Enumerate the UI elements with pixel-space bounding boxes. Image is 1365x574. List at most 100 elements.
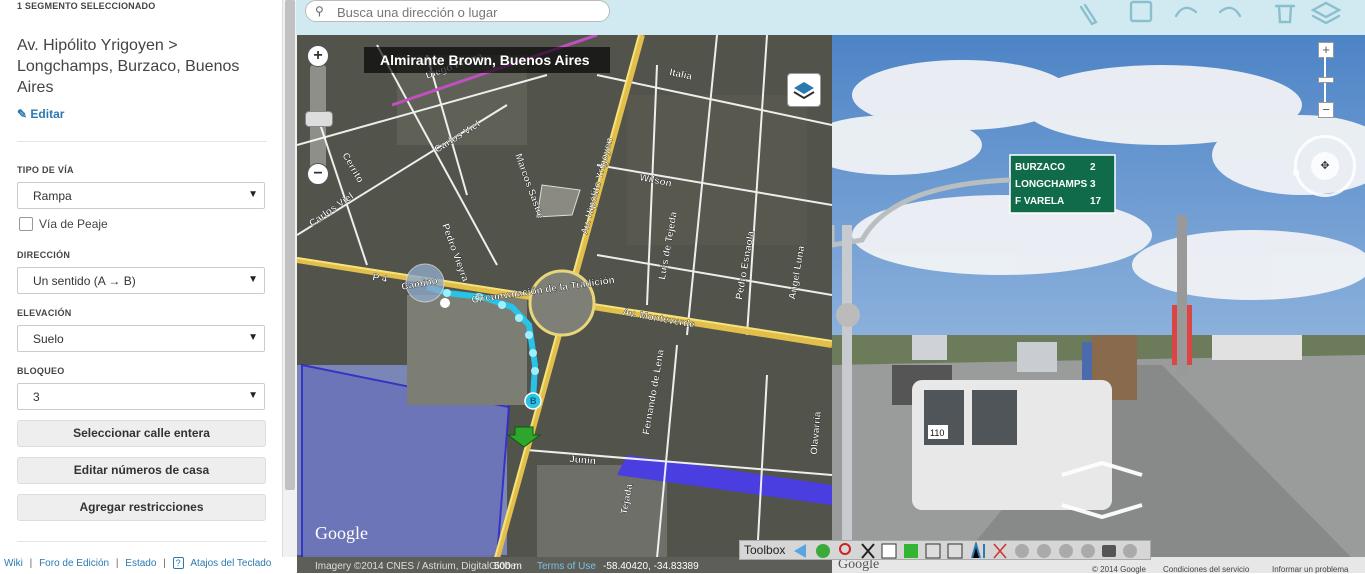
- zoom-in-button[interactable]: +: [307, 45, 329, 67]
- segment-street-name: Av. Hipólito Yrigoyen > Longchamps, Burz…: [17, 37, 240, 96]
- footer-separator: |: [29, 558, 33, 569]
- road-type-select[interactable]: Rampa ▼: [17, 182, 265, 209]
- layers-button[interactable]: [787, 73, 821, 107]
- toolbox-icons[interactable]: [792, 542, 1148, 559]
- block-label: BLOQUEO: [17, 366, 65, 376]
- top-toolbar: ⚲ Busca una dirección o lugar: [296, 0, 1365, 35]
- redo-icon: [1218, 6, 1242, 18]
- toll-label: Vía de Peaje: [39, 217, 108, 231]
- save-icon: [1129, 0, 1153, 23]
- satellite-map[interactable]: Carlos Viel Carlos Viel Av. Hipólito Yri…: [297, 35, 832, 558]
- help-icon: [1123, 544, 1137, 558]
- dropdown-arrow-icon: ▼: [248, 189, 258, 200]
- search-placeholder: Busca una dirección o lugar: [337, 5, 498, 20]
- sign-distance: 3: [1090, 179, 1096, 190]
- elevation-select[interactable]: Suelo ▼: [17, 325, 265, 352]
- sv-zoom-slider[interactable]: [1318, 77, 1334, 83]
- trash-icon: [1274, 4, 1296, 24]
- keyboard-shortcut-key-icon: ?: [172, 557, 184, 569]
- sign-place: F VARELA: [1015, 196, 1064, 207]
- edit-panel: 1 SEGMENTO SELECCIONADO Av. Hipólito Yri…: [0, 0, 282, 557]
- collapse-icon: [794, 544, 806, 558]
- keyboard-shortcuts-link[interactable]: Atajos del Teclado: [190, 558, 271, 569]
- toll-checkbox[interactable]: [19, 217, 33, 231]
- google-logo: Google: [315, 523, 368, 543]
- layers-icon: [793, 82, 815, 100]
- van-number: 110: [930, 428, 944, 438]
- elevation-value: Suelo: [33, 332, 64, 346]
- street-view-panel[interactable]: BURZACO 2 LONGCHAMPS 3 F VARELA 17 110 +…: [832, 35, 1365, 558]
- map-scale: 500 m: [494, 561, 522, 572]
- cursor-coordinates: -58.40420, -34.83389: [603, 561, 699, 572]
- elevation-label: ELEVACIÓN: [17, 308, 72, 318]
- wiki-link[interactable]: Wiki: [4, 558, 23, 569]
- road-type-label: TIPO DE VÍA: [17, 165, 74, 175]
- street-label: Junín: [569, 454, 597, 467]
- tools-icon: [861, 543, 875, 559]
- edit-house-numbers-button[interactable]: Editar números de casa: [17, 457, 266, 484]
- select-tool-icon: [881, 543, 897, 559]
- roundabout-icon: [1059, 544, 1073, 558]
- direction-label: DIRECCIÓN: [17, 250, 71, 260]
- status-link[interactable]: Estado: [125, 558, 156, 569]
- undo-icon: [1174, 6, 1198, 18]
- block-select[interactable]: 3 ▼: [17, 383, 265, 410]
- footer-separator: |: [163, 558, 166, 569]
- add-restrictions-button[interactable]: Agregar restricciones: [17, 494, 266, 521]
- edit-link-label: Editar: [30, 107, 65, 121]
- direction-value: Un sentido (A → B): [33, 274, 136, 288]
- split-icon: [971, 542, 985, 559]
- search-icon: ⚲: [315, 4, 324, 18]
- terms-link[interactable]: Terms of Use: [537, 561, 596, 572]
- check-icon: [904, 544, 918, 558]
- compass-control[interactable]: ✥ N: [1293, 135, 1356, 197]
- sv-zoom-out-button[interactable]: −: [1318, 102, 1334, 118]
- roundabout-icon: [1037, 544, 1051, 558]
- pencil-icon: [1079, 3, 1098, 26]
- block-value: 3: [33, 390, 40, 404]
- scrollbar-thumb[interactable]: [285, 0, 295, 490]
- zoom-control: + −: [305, 45, 333, 195]
- dropdown-arrow-icon: ▼: [248, 332, 258, 343]
- zoom-tool-icon: [839, 543, 851, 555]
- roundabout-icon: [1081, 544, 1095, 558]
- select-whole-street-button[interactable]: Seleccionar calle entera: [17, 420, 266, 447]
- toolbox-label: Toolbox: [744, 543, 786, 557]
- footer-links: Wiki | Foro de Edición | Estado | ? Ataj…: [0, 557, 296, 573]
- map-attribution: Imagery ©2014 CNES / Astrium, DigitalGlo…: [315, 561, 516, 572]
- sv-zoom-in-button[interactable]: +: [1318, 42, 1334, 58]
- location-label: Almirante Brown, Buenos Aires: [364, 47, 610, 73]
- edit-link[interactable]: ✎ Editar: [17, 107, 64, 121]
- divider: [17, 541, 267, 542]
- footer-separator: |: [115, 558, 119, 569]
- selection-count-header: 1 SEGMENTO SELECCIONADO: [17, 1, 156, 11]
- divider: [17, 141, 267, 142]
- edit-toolbar-icons: [1079, 0, 1342, 26]
- edit-icon: ✎: [17, 107, 28, 121]
- street-view-image[interactable]: BURZACO 2 LONGCHAMPS 3 F VARELA 17 110: [832, 35, 1365, 558]
- road-type-value: Rampa: [33, 189, 72, 203]
- toolbox-tray: Toolbox: [739, 540, 1151, 560]
- sign-place: BURZACO: [1015, 162, 1065, 173]
- zoom-slider-thumb[interactable]: [305, 111, 333, 127]
- copy-icon: [947, 543, 963, 559]
- comment-icon: [1102, 545, 1116, 557]
- pan-icon: ✥: [1311, 152, 1339, 180]
- direction-select[interactable]: Un sentido (A → B) ▼: [17, 267, 265, 294]
- map-view[interactable]: Carlos Viel Carlos Viel Av. Hipólito Yri…: [297, 35, 832, 558]
- forum-link[interactable]: Foro de Edición: [39, 558, 109, 569]
- zoom-out-button[interactable]: −: [307, 163, 329, 185]
- search-input[interactable]: ⚲ Busca una dirección o lugar: [305, 0, 610, 22]
- power-icon: [816, 544, 830, 558]
- sidebar-scrollbar[interactable]: [282, 0, 297, 557]
- sign-distance: 17: [1090, 196, 1102, 207]
- dropdown-arrow-icon: ▼: [248, 274, 258, 285]
- cut-icon: [993, 543, 1007, 559]
- sign-distance: 2: [1090, 162, 1096, 173]
- grid-icon: [925, 543, 941, 559]
- segment-endpoint-b-label: B: [530, 396, 537, 406]
- compass-north: N: [1293, 168, 1300, 178]
- dropdown-arrow-icon: ▼: [248, 390, 258, 401]
- layers-icon: [1310, 1, 1342, 25]
- roundabout-icon: [1015, 544, 1029, 558]
